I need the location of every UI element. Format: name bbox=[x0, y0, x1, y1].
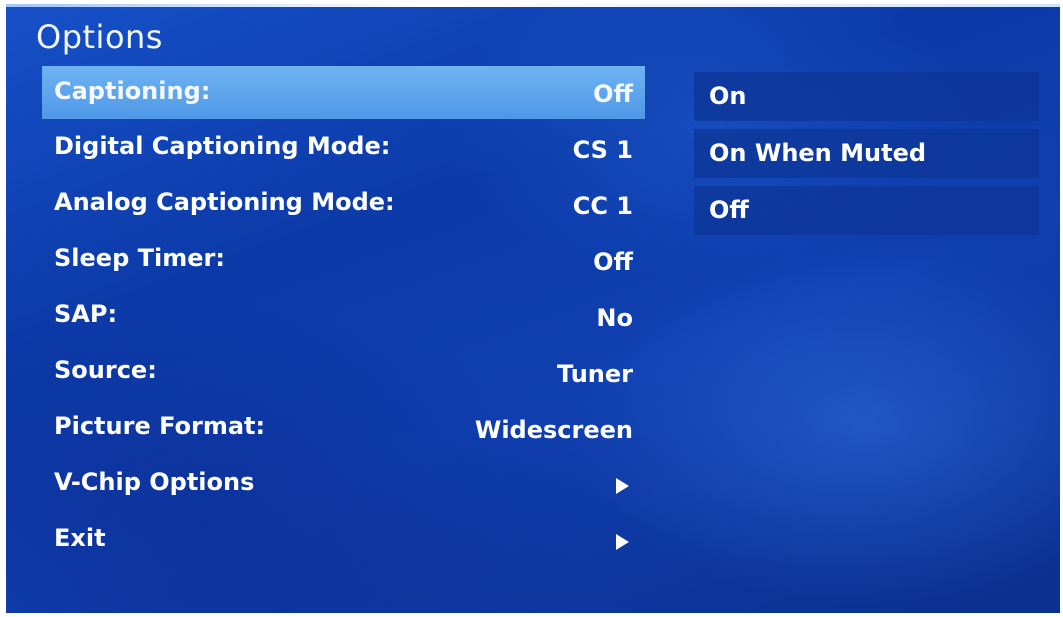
menu-item-label: Exit bbox=[54, 524, 106, 552]
menu-item-value: CC 1 bbox=[572, 192, 633, 220]
menu-item-label: Sleep Timer: bbox=[54, 244, 225, 272]
menu-item-label: Picture Format: bbox=[54, 412, 266, 440]
menu-item-exit[interactable]: Exit bbox=[42, 514, 645, 570]
menu-item-v-chip-options[interactable]: V-Chip Options bbox=[42, 458, 645, 514]
menu-item-label: SAP: bbox=[54, 300, 118, 328]
menu-item-sleep-timer[interactable]: Sleep Timer: Off bbox=[42, 234, 645, 290]
menu-item-label: V-Chip Options bbox=[54, 468, 255, 496]
top-border bbox=[6, 4, 1060, 7]
menu-item-label: Source: bbox=[54, 356, 157, 384]
menu-item-label: Analog Captioning Mode: bbox=[54, 188, 395, 216]
submenu-option-on-when-muted[interactable]: On When Muted bbox=[694, 129, 1039, 178]
options-menu: Captioning: Off Digital Captioning Mode:… bbox=[42, 66, 645, 570]
submenu-option-on[interactable]: On bbox=[694, 72, 1039, 121]
menu-item-label: Digital Captioning Mode: bbox=[54, 132, 391, 160]
captioning-submenu: On On When Muted Off bbox=[694, 72, 1039, 243]
menu-item-value: Off bbox=[593, 80, 633, 108]
submenu-option-off[interactable]: Off bbox=[694, 186, 1039, 235]
submenu-option-label: Off bbox=[709, 196, 749, 224]
submenu-option-label: On When Muted bbox=[709, 139, 927, 167]
menu-item-sap[interactable]: SAP: No bbox=[42, 290, 645, 346]
menu-item-value: Widescreen bbox=[474, 416, 633, 444]
submenu-option-label: On bbox=[709, 82, 747, 110]
page-title: Options bbox=[36, 18, 163, 56]
menu-item-captioning[interactable]: Captioning: Off bbox=[42, 66, 645, 119]
menu-item-value: Off bbox=[593, 248, 633, 276]
menu-item-value: CS 1 bbox=[572, 136, 633, 164]
right-arrow-icon bbox=[616, 534, 629, 550]
menu-item-label: Captioning: bbox=[54, 77, 211, 105]
menu-item-source[interactable]: Source: Tuner bbox=[42, 346, 645, 402]
tv-screen: Options Captioning: Off Digital Captioni… bbox=[6, 4, 1060, 613]
menu-item-value: Tuner bbox=[556, 360, 633, 388]
menu-item-analog-captioning-mode[interactable]: Analog Captioning Mode: CC 1 bbox=[42, 178, 645, 234]
menu-item-digital-captioning-mode[interactable]: Digital Captioning Mode: CS 1 bbox=[42, 122, 645, 178]
menu-item-value: No bbox=[596, 304, 633, 332]
menu-item-picture-format[interactable]: Picture Format: Widescreen bbox=[42, 402, 645, 458]
right-arrow-icon bbox=[616, 478, 629, 494]
